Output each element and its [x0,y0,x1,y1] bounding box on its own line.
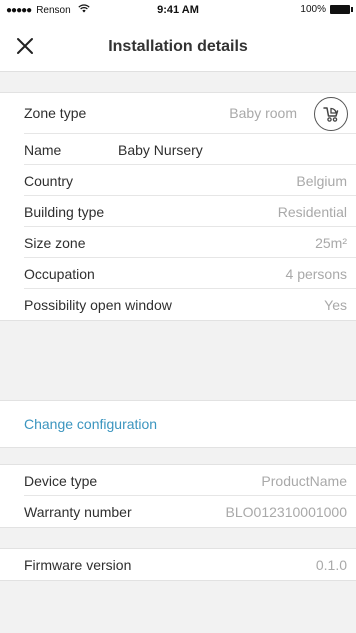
name-label: Name [24,142,62,158]
country-label: Country [24,173,74,189]
warranty-number-label: Warranty number [24,504,132,520]
zone-type-value: Baby room [229,105,297,121]
change-configuration-row[interactable]: Change configuration [0,401,356,447]
stroller-icon[interactable] [314,97,348,131]
page-title: Installation details [108,38,248,55]
firmware-version-row[interactable]: Firmware version 0.1.0 [24,549,356,580]
size-zone-label: Size zone [24,235,86,251]
change-configuration-group: Change configuration [0,400,356,448]
firmware-group: Firmware version 0.1.0 [0,548,356,581]
firmware-version-label: Firmware version [24,557,132,573]
open-window-label: Possibility open window [24,297,172,313]
device-type-row[interactable]: Device type ProductName [24,465,356,496]
status-right: 100% [300,4,353,15]
size-zone-row[interactable]: Size zone 25m² [24,227,356,258]
device-details-group: Device type ProductName Warranty number … [0,464,356,528]
zone-type-row[interactable]: Zone type Baby room [24,93,356,134]
battery-icon [330,5,353,14]
zone-type-label: Zone type [24,105,87,121]
building-type-row[interactable]: Building type Residential [24,196,356,227]
name-value: Baby Nursery [118,142,203,158]
warranty-number-value: BLO012310001000 [225,504,347,520]
open-window-value: Yes [324,297,347,313]
battery-percentage: 100% [300,4,326,15]
occupation-row[interactable]: Occupation 4 persons [24,258,356,289]
building-type-label: Building type [24,204,105,220]
building-type-value: Residential [277,204,347,220]
name-row[interactable]: Name Baby Nursery [24,134,356,165]
change-configuration-link[interactable]: Change configuration [24,416,157,432]
occupation-value: 4 persons [285,266,347,282]
device-type-value: ProductName [261,473,347,489]
status-bar: ●●●●● Renson 9:41 AM 100% [0,0,356,20]
country-row[interactable]: Country Belgium [24,165,356,196]
zone-details-group: Zone type Baby room Name Baby Nursery Co… [0,92,356,321]
device-type-label: Device type [24,473,98,489]
warranty-number-row[interactable]: Warranty number BLO012310001000 [24,496,356,527]
country-value: Belgium [296,173,347,189]
open-window-row[interactable]: Possibility open window Yes [24,289,356,320]
occupation-label: Occupation [24,266,95,282]
navigation-bar: Installation details [0,20,356,72]
size-zone-value: 25m² [315,235,347,251]
firmware-version-value: 0.1.0 [315,557,347,573]
